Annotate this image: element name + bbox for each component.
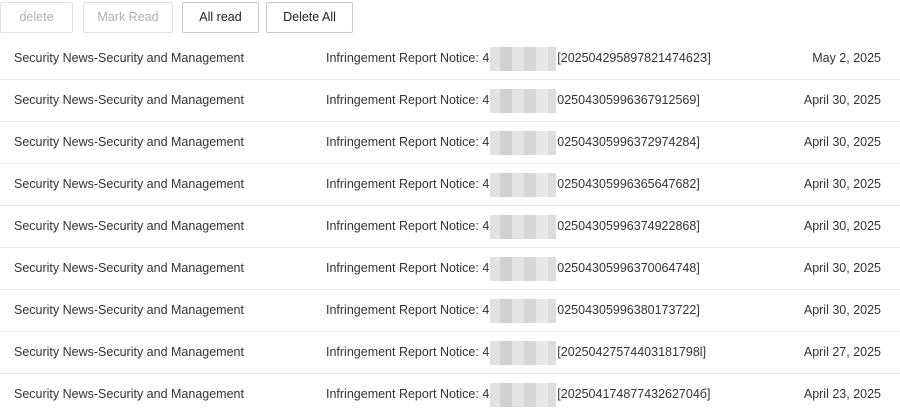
message-row[interactable]: Security News-Security and Management In… — [0, 38, 900, 80]
title-suffix: 02504305996367912569] — [557, 93, 700, 107]
message-row[interactable]: Security News-Security and Management In… — [0, 206, 900, 248]
message-source: Security News-Security and Management — [14, 303, 244, 317]
title-suffix: [20250417487743262704б] — [557, 387, 711, 401]
message-row[interactable]: Security News-Security and Management In… — [0, 332, 900, 374]
title-prefix: Infringement Report Notice: 4 — [326, 303, 490, 317]
message-row[interactable]: Security News-Security and Management In… — [0, 290, 900, 332]
message-title[interactable]: Infringement Report Notice: 4 [2025042757… — [326, 332, 706, 373]
delete-all-button[interactable]: Delete All — [266, 2, 353, 33]
redacted-area — [490, 46, 557, 71]
redacted-area — [490, 130, 557, 155]
message-row[interactable]: Security News-Security and Management In… — [0, 248, 900, 290]
message-title[interactable]: Infringement Report Notice: 4 02504305996… — [326, 80, 700, 121]
redacted-area — [490, 256, 557, 281]
message-row[interactable]: Security News-Security and Management In… — [0, 122, 900, 164]
title-prefix: Infringement Report Notice: 4 — [326, 51, 490, 65]
message-source: Security News-Security and Management — [14, 135, 244, 149]
message-source: Security News-Security and Management — [14, 51, 244, 65]
redacted-area — [490, 382, 557, 407]
redacted-area — [490, 340, 557, 365]
message-row[interactable]: Security News-Security and Management In… — [0, 164, 900, 206]
title-prefix: Infringement Report Notice: 4 — [326, 387, 490, 401]
message-title[interactable]: Infringement Report Notice: 4 02504305996… — [326, 206, 700, 247]
message-date: April 27, 2025 — [803, 345, 881, 359]
delete-button[interactable]: delete — [0, 2, 73, 33]
title-prefix: Infringement Report Notice: 4 — [326, 261, 490, 275]
message-source: Security News-Security and Management — [14, 93, 244, 107]
title-suffix: 02504305996370064748] — [557, 261, 700, 275]
message-source: Security News-Security and Management — [14, 177, 244, 191]
message-date: May 2, 2025 — [812, 51, 881, 65]
message-date: April 30, 2025 — [803, 177, 881, 191]
message-list: Security News-Security and Management In… — [0, 38, 900, 415]
mark-read-button[interactable]: Mark Read — [83, 2, 173, 33]
title-suffix: 02504305996374922868] — [557, 219, 700, 233]
message-date: April 30, 2025 — [803, 93, 881, 107]
redacted-area — [490, 298, 557, 323]
title-suffix: 02504305996372974284] — [557, 135, 700, 149]
message-title[interactable]: Infringement Report Notice: 4 02504305996… — [326, 248, 700, 289]
all-read-button[interactable]: All read — [182, 2, 259, 33]
title-suffix: 02504305996380173722] — [557, 303, 700, 317]
title-prefix: Infringement Report Notice: 4 — [326, 177, 490, 191]
title-prefix: Infringement Report Notice: 4 — [326, 93, 490, 107]
redacted-area — [490, 88, 557, 113]
message-row[interactable]: Security News-Security and Management In… — [0, 80, 900, 122]
title-suffix: [20250429589782147462З] — [557, 51, 711, 65]
message-date: April 30, 2025 — [803, 219, 881, 233]
message-title[interactable]: Infringement Report Notice: 4 [2025042958… — [326, 38, 711, 79]
message-date: April 30, 2025 — [803, 261, 881, 275]
message-source: Security News-Security and Management — [14, 345, 244, 359]
message-source: Security News-Security and Management — [14, 219, 244, 233]
message-title[interactable]: Infringement Report Notice: 4 02504305996… — [326, 290, 700, 331]
message-toolbar: delete Mark Read All read Delete All — [0, 0, 900, 36]
redacted-area — [490, 214, 557, 239]
message-title[interactable]: Infringement Report Notice: 4 02504305996… — [326, 164, 700, 205]
title-prefix: Infringement Report Notice: 4 — [326, 135, 490, 149]
title-prefix: Infringement Report Notice: 4 — [326, 345, 490, 359]
redacted-area — [490, 172, 557, 197]
message-date: April 30, 2025 — [803, 135, 881, 149]
message-source: Security News-Security and Management — [14, 261, 244, 275]
title-prefix: Infringement Report Notice: 4 — [326, 219, 490, 233]
title-suffix: [20250427574403181798l] — [557, 345, 707, 359]
message-title[interactable]: Infringement Report Notice: 4 02504305996… — [326, 122, 700, 163]
message-date: April 30, 2025 — [803, 303, 881, 317]
title-suffix: 02504305996365647682] — [557, 177, 700, 191]
